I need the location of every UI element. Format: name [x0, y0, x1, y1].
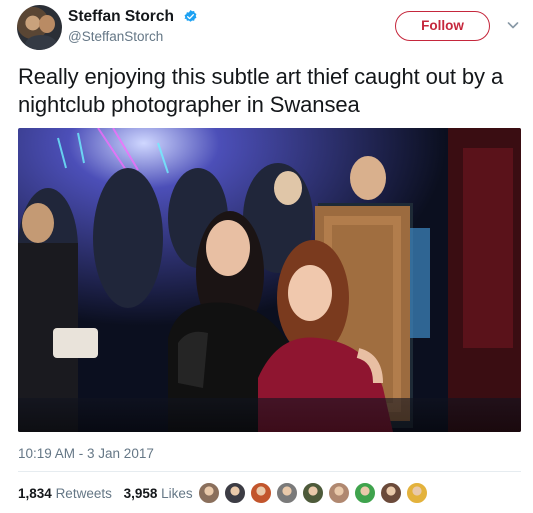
- liker-avatar[interactable]: [276, 482, 298, 504]
- author-avatar[interactable]: [17, 5, 62, 50]
- likes-stat[interactable]: 3,958 Likes: [124, 486, 193, 501]
- liker-avatar[interactable]: [406, 482, 428, 504]
- liker-avatar[interactable]: [302, 482, 324, 504]
- avatar-face: [39, 15, 55, 33]
- chevron-down-icon[interactable]: [506, 18, 520, 32]
- author-handle[interactable]: @SteffanStorch: [68, 29, 163, 44]
- follow-button[interactable]: Follow: [395, 11, 490, 41]
- divider: [18, 471, 521, 472]
- tweet-text: Really enjoying this subtle art thief ca…: [18, 64, 504, 117]
- nightclub-photo-image: [18, 128, 521, 432]
- tweet-photo[interactable]: [18, 128, 521, 432]
- tweet-timestamp[interactable]: 10:19 AM - 3 Jan 2017: [18, 446, 154, 461]
- likes-count: 3,958: [123, 486, 158, 501]
- liker-avatar[interactable]: [328, 482, 350, 504]
- likes-label: Likes: [161, 486, 193, 501]
- verified-badge-icon: [184, 9, 197, 22]
- liker-avatar[interactable]: [380, 482, 402, 504]
- retweets-count: 1,834: [18, 486, 52, 501]
- liker-avatar[interactable]: [198, 482, 220, 504]
- tweet-stats: 1,834 Retweets 3,958 Likes: [18, 486, 193, 501]
- author-display-name[interactable]: Steffan Storch: [68, 8, 174, 26]
- liker-avatar[interactable]: [224, 482, 246, 504]
- liker-avatar[interactable]: [250, 482, 272, 504]
- retweets-label: Retweets: [55, 486, 112, 501]
- retweets-stat[interactable]: 1,834 Retweets: [18, 486, 112, 501]
- liker-avatar[interactable]: [354, 482, 376, 504]
- avatar-body: [25, 35, 57, 50]
